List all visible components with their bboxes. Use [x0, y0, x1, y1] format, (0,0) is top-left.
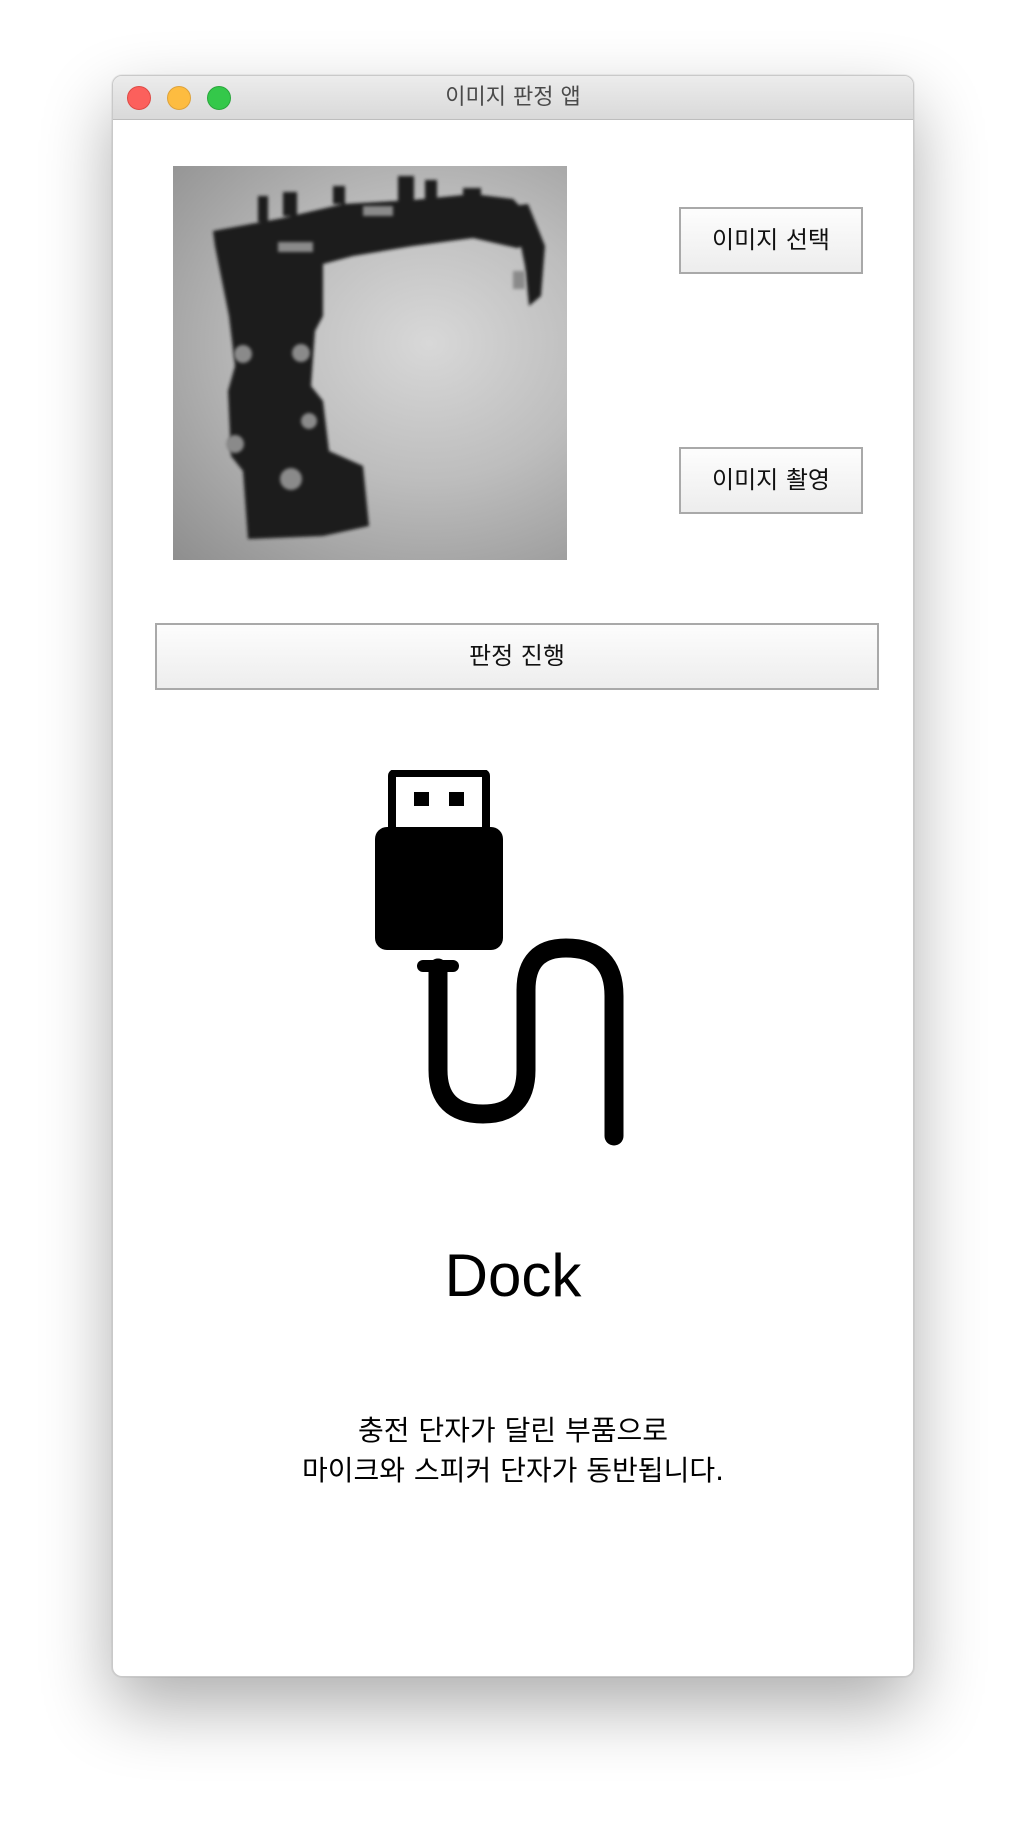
usb-cable-icon	[375, 770, 624, 1146]
app-window: 이미지 판정 앱 이미지 선택 이미지 촬영 판정 진행 Dock 충전 단자가…	[112, 75, 914, 1677]
result-description-line-1: 충전 단자가 달린 부품으로	[357, 1414, 669, 1447]
capture-image-button[interactable]: 이미지 촬영	[679, 447, 863, 514]
result-description-line-2: 마이크와 스피커 단자가 동반됩니다.	[301, 1454, 724, 1487]
title-bar[interactable]: 이미지 판정 앱	[113, 76, 913, 120]
window-title: 이미지 판정 앱	[445, 85, 581, 110]
select-image-button[interactable]: 이미지 선택	[679, 207, 863, 274]
selected-image-preview	[173, 166, 567, 560]
dock-part-photo	[213, 176, 545, 539]
judge-button[interactable]: 판정 진행	[155, 623, 879, 690]
result-label: Dock	[444, 1242, 582, 1309]
result-description: 충전 단자가 달린 부품으로 마이크와 스피커 단자가 동반됩니다.	[113, 1411, 913, 1491]
